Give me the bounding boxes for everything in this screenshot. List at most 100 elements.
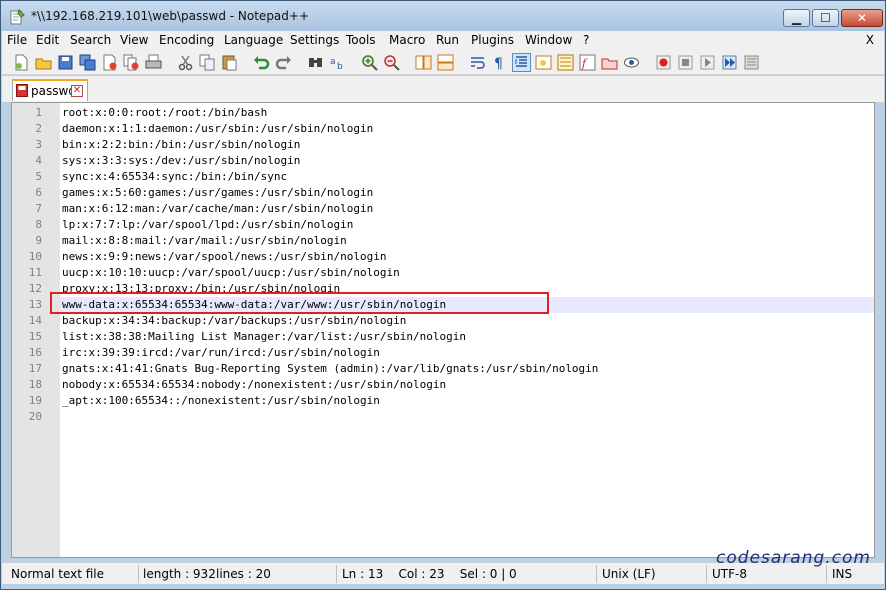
menu-tools[interactable]: Tools (346, 33, 376, 47)
doc-map-icon[interactable] (557, 54, 574, 71)
code-line[interactable]: man:x:6:12:man:/var/cache/man:/usr/sbin/… (62, 201, 373, 217)
close-icon: ✕ (856, 11, 868, 25)
code-line[interactable]: sys:x:3:3:sys:/dev:/usr/sbin/nologin (62, 153, 300, 169)
function-list-icon[interactable]: f (579, 54, 596, 71)
menu-bar: File Edit Search View Encoding Language … (2, 31, 884, 51)
user-lang-icon[interactable] (535, 54, 552, 71)
code-line[interactable]: backup:x:34:34:backup:/var/backups:/usr/… (62, 313, 406, 329)
sync-vertical-icon[interactable] (415, 54, 432, 71)
menu-view[interactable]: View (120, 33, 148, 47)
print-icon[interactable] (145, 54, 162, 71)
code-line[interactable]: mail:x:8:8:mail:/var/mail:/usr/sbin/nolo… (62, 233, 347, 249)
line-number: 2 (35, 122, 42, 135)
status-file-type: Normal text file (11, 567, 105, 581)
close-file-icon[interactable] (101, 54, 118, 71)
code-line[interactable]: lp:x:7:7:lp:/var/spool/lpd:/usr/sbin/nol… (62, 217, 353, 233)
menu-plugins[interactable]: Plugins (471, 33, 514, 47)
folder-workspace-icon[interactable] (601, 54, 618, 71)
play-macro-icon[interactable] (699, 54, 716, 71)
title-bar[interactable]: *\\192.168.219.101\web\passwd - Notepad+… (1, 1, 885, 31)
code-line[interactable]: news:x:9:9:news:/var/spool/news:/usr/sbi… (62, 249, 387, 265)
line-number: 9 (35, 234, 42, 247)
stop-macro-icon[interactable] (677, 54, 694, 71)
minimize-button[interactable]: ▁ (783, 9, 810, 27)
tab-passwd[interactable]: passwd ✕ (12, 79, 88, 101)
code-line[interactable]: root:x:0:0:root:/root:/bin/bash (62, 105, 267, 121)
window-title: *\\192.168.219.101\web\passwd - Notepad+… (31, 9, 310, 23)
status-divider (596, 565, 597, 583)
paste-icon[interactable] (221, 54, 238, 71)
line-number: 11 (28, 266, 42, 279)
code-line[interactable]: list:x:38:38:Mailing List Manager:/var/l… (62, 329, 466, 345)
close-document-x[interactable]: X (866, 33, 874, 47)
line-number: 14 (28, 314, 42, 327)
code-line[interactable]: games:x:5:60:games:/usr/games:/usr/sbin/… (62, 185, 373, 201)
text-editor[interactable]: 1 2 3 4 5 6 7 8 9 10 11 12 13 14 15 16 17 18 19 20 root:x:0… (11, 102, 875, 558)
redo-icon[interactable] (275, 54, 292, 71)
open-file-icon[interactable] (35, 54, 52, 71)
menu-file[interactable]: File (7, 33, 27, 47)
code-line[interactable]: sync:x:4:65534:sync:/bin:/bin/sync (62, 169, 287, 185)
status-encoding: UTF-8 (712, 567, 747, 581)
notepad-window: *\\192.168.219.101\web\passwd - Notepad+… (0, 0, 886, 590)
maximize-icon: ☐ (820, 11, 831, 25)
line-number: 18 (28, 378, 42, 391)
svg-text:a: a (330, 57, 336, 67)
status-position: Ln : 13 Col : 23 Sel : 0 | 0 (342, 567, 517, 581)
code-line[interactable]: _apt:x:100:65534::/nonexistent:/usr/sbin… (62, 393, 380, 409)
line-number: 15 (28, 330, 42, 343)
menu-edit[interactable]: Edit (36, 33, 59, 47)
code-line[interactable]: gnats:x:41:41:Gnats Bug-Reporting System… (62, 361, 598, 377)
save-all-icon[interactable] (79, 54, 96, 71)
show-all-chars-icon[interactable]: ¶ (491, 54, 508, 71)
cut-icon[interactable] (177, 54, 194, 71)
menu-settings[interactable]: Settings (290, 33, 339, 47)
code-line[interactable]: nobody:x:65534:65534:nobody:/nonexistent… (62, 377, 446, 393)
menu-run[interactable]: Run (436, 33, 459, 47)
zoom-in-icon[interactable] (361, 54, 378, 71)
line-number: 6 (35, 186, 42, 199)
toolbar: ab ¶ f (2, 51, 884, 75)
line-number: 1 (35, 106, 42, 119)
code-line[interactable]: irc:x:39:39:ircd:/var/run/ircd:/usr/sbin… (62, 345, 380, 361)
line-number: 3 (35, 138, 42, 151)
menu-search[interactable]: Search (70, 33, 111, 47)
close-all-icon[interactable] (123, 54, 140, 71)
line-number-gutter: 1 2 3 4 5 6 7 8 9 10 11 12 13 14 15 16 17 18 19 20 (12, 103, 60, 557)
find-icon[interactable] (307, 54, 324, 71)
indent-guide-icon[interactable] (512, 53, 531, 72)
tab-close-icon[interactable]: ✕ (71, 85, 83, 97)
copy-icon[interactable] (199, 54, 216, 71)
line-number: 16 (28, 346, 42, 359)
menu-macro[interactable]: Macro (389, 33, 425, 47)
menu-help[interactable]: ? (583, 33, 589, 47)
sync-horizontal-icon[interactable] (437, 54, 454, 71)
close-window-button[interactable]: ✕ (841, 9, 883, 27)
status-divider (336, 565, 337, 583)
save-icon[interactable] (57, 54, 74, 71)
new-file-icon[interactable] (13, 54, 30, 71)
zoom-out-icon[interactable] (383, 54, 400, 71)
undo-icon[interactable] (253, 54, 270, 71)
menu-language[interactable]: Language (224, 33, 283, 47)
word-wrap-icon[interactable] (469, 54, 486, 71)
save-macro-icon[interactable] (743, 54, 760, 71)
code-line[interactable]: uucp:x:10:10:uucp:/var/spool/uucp:/usr/s… (62, 265, 400, 281)
line-number: 5 (35, 170, 42, 183)
code-line[interactable]: daemon:x:1:1:daemon:/usr/sbin:/usr/sbin/… (62, 121, 373, 137)
line-number: 8 (35, 218, 42, 231)
line-number: 10 (28, 250, 42, 263)
annotation-highlight-box (50, 292, 549, 314)
code-line[interactable]: bin:x:2:2:bin:/bin:/usr/sbin/nologin (62, 137, 300, 153)
replace-icon[interactable]: ab (329, 54, 346, 71)
monitor-icon[interactable] (623, 54, 640, 71)
status-divider (138, 565, 139, 583)
tab-bar: passwd ✕ (2, 76, 884, 102)
menu-window[interactable]: Window (525, 33, 572, 47)
maximize-button[interactable]: ☐ (812, 9, 839, 27)
run-multiple-macro-icon[interactable] (721, 54, 738, 71)
line-number: 7 (35, 202, 42, 215)
menu-encoding[interactable]: Encoding (159, 33, 214, 47)
record-macro-icon[interactable] (655, 54, 672, 71)
line-number: 12 (28, 282, 42, 295)
